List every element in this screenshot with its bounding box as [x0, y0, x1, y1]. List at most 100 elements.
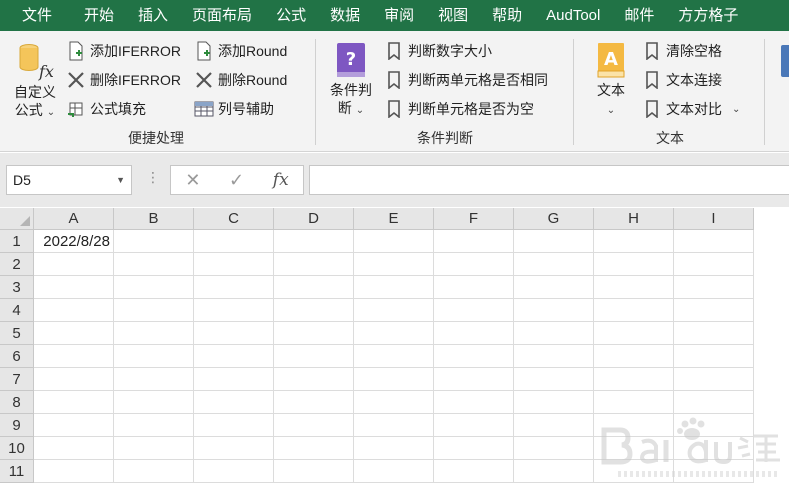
cell[interactable]: [114, 253, 194, 276]
cell[interactable]: [674, 253, 754, 276]
tab-formulas[interactable]: 公式: [264, 0, 318, 31]
cell[interactable]: [114, 414, 194, 437]
cell[interactable]: [274, 437, 354, 460]
row-header[interactable]: 2: [0, 253, 34, 276]
column-header[interactable]: B: [114, 208, 194, 230]
cell[interactable]: [34, 391, 114, 414]
cell[interactable]: [674, 460, 754, 483]
condition-button[interactable]: ? 条件判 断 ⌄: [324, 41, 378, 120]
cell[interactable]: [274, 460, 354, 483]
cell[interactable]: [194, 414, 274, 437]
select-all-corner[interactable]: [0, 208, 34, 230]
cell[interactable]: [514, 322, 594, 345]
cell[interactable]: [434, 230, 514, 253]
cell[interactable]: [34, 253, 114, 276]
column-header[interactable]: D: [274, 208, 354, 230]
cell[interactable]: [434, 437, 514, 460]
column-helper-button[interactable]: 列号辅助: [194, 97, 274, 121]
cell[interactable]: [194, 230, 274, 253]
cell[interactable]: [514, 253, 594, 276]
tab-fangfang[interactable]: 方方格子: [666, 0, 750, 31]
cell[interactable]: [594, 460, 674, 483]
cell[interactable]: [434, 414, 514, 437]
cell[interactable]: [114, 230, 194, 253]
cell[interactable]: [114, 391, 194, 414]
dropdown-arrow-icon[interactable]: ▼: [116, 166, 125, 194]
delete-iferror-button[interactable]: 删除IFERROR: [66, 68, 181, 92]
tab-view[interactable]: 视图: [426, 0, 480, 31]
cell[interactable]: [114, 437, 194, 460]
tab-file[interactable]: 文件: [0, 0, 72, 31]
cell[interactable]: [354, 391, 434, 414]
cell[interactable]: [514, 299, 594, 322]
row-header[interactable]: 5: [0, 322, 34, 345]
cell[interactable]: [274, 253, 354, 276]
column-header[interactable]: A: [34, 208, 114, 230]
tab-review[interactable]: 审阅: [372, 0, 426, 31]
cell[interactable]: [434, 368, 514, 391]
row-header[interactable]: 11: [0, 460, 34, 483]
cell[interactable]: [674, 299, 754, 322]
cell[interactable]: [354, 322, 434, 345]
judge-two-cells-button[interactable]: 判断两单元格是否相同: [384, 68, 548, 92]
cell[interactable]: [434, 299, 514, 322]
cell[interactable]: [114, 460, 194, 483]
cell[interactable]: [354, 253, 434, 276]
cell[interactable]: [194, 345, 274, 368]
column-header[interactable]: G: [514, 208, 594, 230]
cell[interactable]: [434, 460, 514, 483]
tab-page-layout[interactable]: 页面布局: [180, 0, 264, 31]
tab-audtool[interactable]: AudTool: [534, 0, 612, 31]
formula-input[interactable]: [309, 165, 789, 195]
cell[interactable]: [594, 322, 674, 345]
cell[interactable]: [194, 368, 274, 391]
cell[interactable]: [194, 460, 274, 483]
cell[interactable]: [514, 437, 594, 460]
text-compare-button[interactable]: 文本对比 ⌄: [642, 97, 740, 121]
custom-formula-button[interactable]: fx 自定义 公式 ⌄: [8, 41, 62, 122]
check-icon[interactable]: ✓: [229, 170, 244, 191]
cell[interactable]: [594, 230, 674, 253]
cell[interactable]: [274, 391, 354, 414]
cell[interactable]: [434, 253, 514, 276]
cell[interactable]: [434, 322, 514, 345]
cell[interactable]: [114, 345, 194, 368]
cell[interactable]: [354, 437, 434, 460]
cell[interactable]: [34, 414, 114, 437]
cell[interactable]: [594, 299, 674, 322]
cell[interactable]: [354, 368, 434, 391]
cell[interactable]: [674, 368, 754, 391]
formula-fill-button[interactable]: 公式填充: [66, 97, 146, 121]
cell[interactable]: [194, 253, 274, 276]
cell[interactable]: [514, 345, 594, 368]
cell[interactable]: [594, 437, 674, 460]
cell[interactable]: [34, 460, 114, 483]
cell[interactable]: [434, 276, 514, 299]
cell[interactable]: [434, 345, 514, 368]
cell[interactable]: [594, 368, 674, 391]
cell[interactable]: [594, 414, 674, 437]
vertical-dots-icon[interactable]: ⋮: [146, 169, 160, 186]
cancel-icon[interactable]: ✕: [185, 170, 200, 191]
row-header[interactable]: 4: [0, 299, 34, 322]
name-box[interactable]: D5 ▼: [6, 165, 132, 195]
cell[interactable]: [354, 414, 434, 437]
cell[interactable]: [674, 345, 754, 368]
cell[interactable]: [354, 345, 434, 368]
text-concat-button[interactable]: 文本连接: [642, 68, 722, 92]
cell[interactable]: [274, 345, 354, 368]
tab-data[interactable]: 数据: [318, 0, 372, 31]
cell[interactable]: [34, 345, 114, 368]
cell[interactable]: [194, 299, 274, 322]
cell[interactable]: [34, 276, 114, 299]
cell[interactable]: [594, 253, 674, 276]
cell[interactable]: [514, 414, 594, 437]
row-header[interactable]: 7: [0, 368, 34, 391]
cell[interactable]: [594, 345, 674, 368]
column-header[interactable]: F: [434, 208, 514, 230]
cell[interactable]: [434, 391, 514, 414]
cell[interactable]: [34, 437, 114, 460]
cell[interactable]: [514, 391, 594, 414]
tab-home[interactable]: 开始: [72, 0, 126, 31]
column-header[interactable]: C: [194, 208, 274, 230]
